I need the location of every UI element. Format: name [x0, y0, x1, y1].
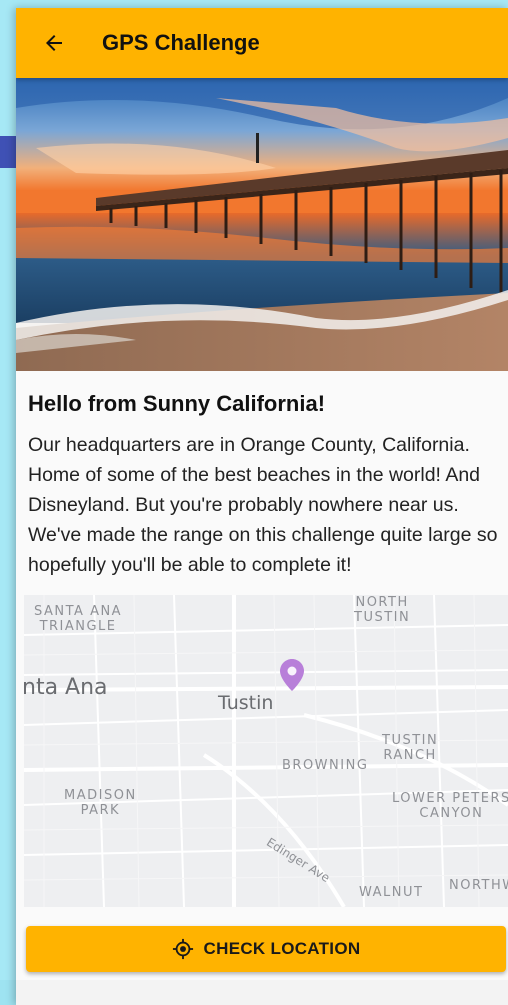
- app-bar: GPS Challenge: [16, 8, 508, 78]
- gps-target-icon: [172, 938, 193, 960]
- back-button[interactable]: [28, 17, 80, 69]
- check-location-label: CHECK LOCATION: [203, 939, 361, 958]
- map-label-tustin: Tustin: [218, 692, 274, 714]
- map-label-santa-ana-triangle: SANTA ANA TRIANGLE: [34, 604, 123, 634]
- map-label-santa-ana: nta Ana: [24, 675, 108, 700]
- content-title: Hello from Sunny California!: [28, 391, 326, 416]
- map-label-northwood: NORTHW: [449, 878, 508, 893]
- page-title: GPS Challenge: [102, 30, 260, 55]
- challenge-card: GPS Challenge Hello from Sunny Californi…: [16, 8, 508, 1005]
- content-body: Our headquarters are in Orange County, C…: [28, 434, 498, 576]
- arrow-left-icon: [46, 35, 62, 51]
- map-label-tustin-ranch: TUSTIN RANCH: [382, 733, 439, 763]
- map-label-browning: BROWNING: [282, 758, 369, 773]
- hero-image: [16, 78, 508, 371]
- map-label-walnut: WALNUT: [359, 885, 424, 900]
- map-label-north-tustin: NORTH TUSTIN: [354, 595, 411, 625]
- bottom-peek-strip: [16, 980, 508, 1005]
- map-label-madison-park: MADISON PARK: [64, 788, 137, 818]
- check-location-button[interactable]: CHECK LOCATION: [26, 926, 506, 972]
- beach-pier-sunset-photo: [16, 78, 508, 371]
- location-map[interactable]: SANTA ANA TRIANGLE NORTH TUSTIN nta Ana …: [24, 595, 508, 907]
- map-label-lower-peters-canyon: LOWER PETERS CANYON: [392, 791, 508, 821]
- map-pin-icon[interactable]: [280, 659, 304, 696]
